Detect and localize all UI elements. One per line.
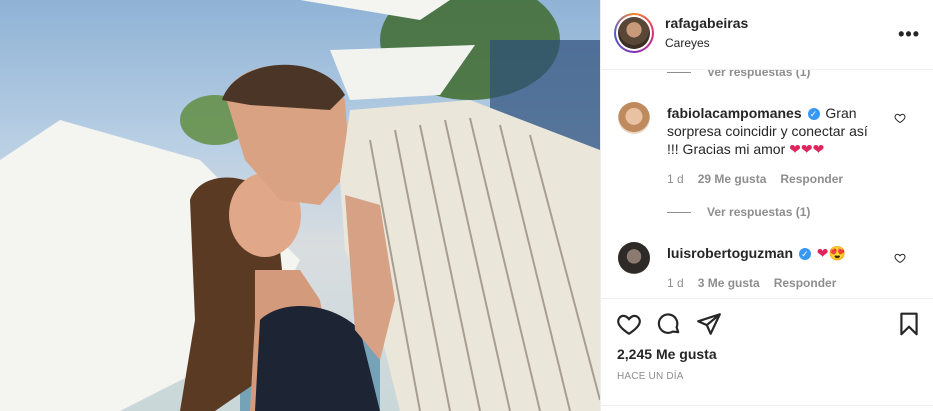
comments-list: Ver respuestas (1) fabiolacampomanes ✓ G… [601, 70, 933, 298]
heart-eyes-emoji: ❤😍 [816, 245, 846, 261]
comment-text: luisrobertoguzman ✓ ❤😍 [667, 244, 882, 262]
comment-bubble-icon[interactable] [656, 311, 682, 337]
heart-outline-icon[interactable] [616, 311, 642, 337]
heart-emoji: ❤❤❤ [789, 141, 825, 157]
post-sidebar: rafagabeiras Careyes ••• Ver respuestas … [600, 0, 933, 411]
comment-age: 1 d [667, 276, 684, 290]
verified-badge-icon: ✓ [807, 108, 820, 120]
likes-number: 2,245 [617, 346, 653, 362]
more-options-icon[interactable]: ••• [898, 24, 920, 45]
author-username[interactable]: rafagabeiras [665, 15, 748, 31]
view-replies-label: Ver respuestas (1) [707, 70, 811, 79]
replies-divider [667, 71, 691, 73]
reply-button[interactable]: Responder [774, 276, 837, 290]
comment-meta: 1 d 3 Me gusta Responder [667, 276, 836, 290]
comment-meta: 1 d 29 Me gusta Responder [667, 172, 843, 186]
comment-likes[interactable]: 29 Me gusta [698, 172, 767, 186]
commenter-avatar[interactable] [618, 242, 650, 274]
bookmark-icon[interactable] [896, 311, 922, 337]
post-timestamp[interactable]: HACE UN DÍA [617, 371, 684, 382]
view-replies-link[interactable]: Ver respuestas (1) [667, 205, 810, 219]
post-location[interactable]: Careyes [665, 36, 710, 50]
likes-count[interactable]: 2,245 Me gusta [617, 346, 717, 362]
likes-label: Me gusta [655, 346, 717, 362]
comment-text: fabiolacampomanes ✓ Gran sorpresa coinci… [667, 104, 882, 158]
paper-plane-icon[interactable] [696, 311, 722, 337]
post-header: rafagabeiras Careyes ••• [601, 0, 933, 70]
comment-likes[interactable]: 3 Me gusta [698, 276, 760, 290]
replies-divider [667, 211, 691, 213]
comment-like-icon[interactable] [894, 112, 906, 124]
comment-username[interactable]: luisrobertoguzman [667, 245, 793, 261]
post-photo-illustration [0, 0, 600, 411]
add-comment-divider [601, 405, 933, 406]
post-photo[interactable] [0, 0, 600, 411]
commenter-avatar[interactable] [618, 102, 650, 134]
post-actions: 2,245 Me gusta HACE UN DÍA [601, 298, 933, 411]
verified-badge-icon: ✓ [798, 248, 811, 260]
author-avatar[interactable] [614, 13, 654, 53]
comment-like-icon[interactable] [894, 252, 906, 264]
reply-button[interactable]: Responder [780, 172, 843, 186]
comment-username[interactable]: fabiolacampomanes [667, 105, 802, 121]
view-replies-link[interactable]: Ver respuestas (1) [667, 70, 810, 79]
comment-age: 1 d [667, 172, 684, 186]
view-replies-label: Ver respuestas (1) [707, 205, 811, 219]
